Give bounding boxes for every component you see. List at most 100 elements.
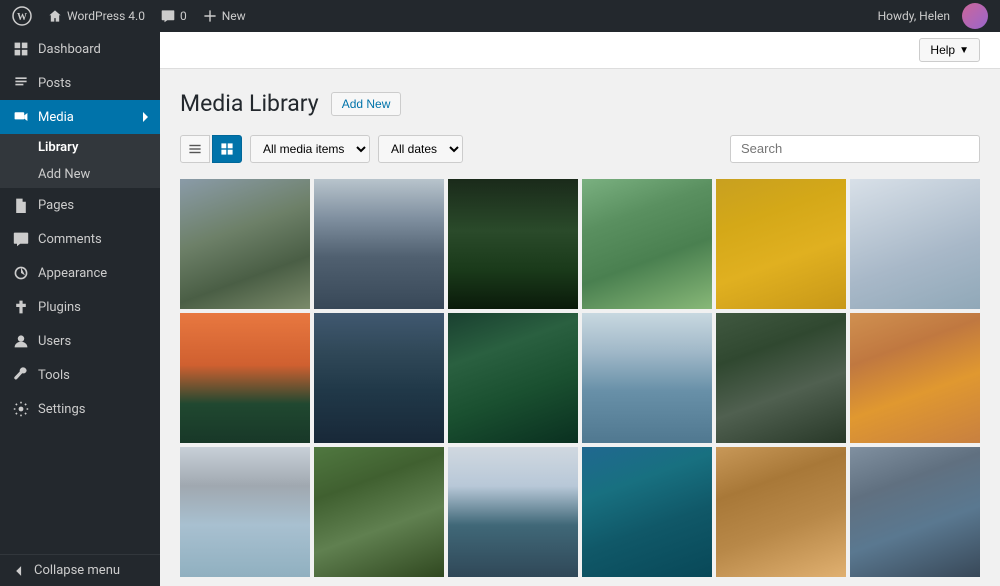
add-new-sub-label: Add New: [38, 167, 90, 182]
grid-view-button[interactable]: [212, 135, 242, 163]
sidebar-item-posts-label: Posts: [38, 76, 71, 91]
sidebar-item-pages-label: Pages: [38, 198, 74, 213]
sidebar-item-dashboard[interactable]: Dashboard: [0, 32, 160, 66]
admin-bar: W WordPress 4.0 0 New Howdy, Helen: [0, 0, 1000, 32]
sidebar-item-tools[interactable]: Tools: [0, 358, 160, 392]
comments-count: 0: [180, 9, 187, 23]
media-item[interactable]: [448, 179, 578, 309]
media-thumbnail: [582, 179, 712, 309]
media-item[interactable]: [850, 179, 980, 309]
media-grid: [180, 179, 980, 577]
new-label: New: [222, 9, 246, 23]
grid-view-icon: [220, 142, 234, 156]
media-thumbnail: [314, 313, 444, 443]
media-thumbnail: [716, 313, 846, 443]
content-header: Help ▼: [160, 32, 1000, 69]
comments-icon: [12, 230, 30, 248]
collapse-menu-label: Collapse menu: [34, 563, 120, 578]
media-submenu: Library Add New: [0, 134, 160, 188]
home-icon: [48, 9, 62, 23]
date-filter[interactable]: All dates: [378, 135, 463, 163]
content-main: Media Library Add New: [160, 69, 1000, 586]
media-thumbnail: [314, 179, 444, 309]
sidebar-item-settings-label: Settings: [38, 402, 85, 417]
sidebar-item-media[interactable]: Media: [0, 100, 160, 134]
search-input[interactable]: [730, 135, 980, 163]
tools-icon: [12, 366, 30, 384]
media-item[interactable]: [716, 447, 846, 577]
posts-icon: [12, 74, 30, 92]
sidebar-item-pages[interactable]: Pages: [0, 188, 160, 222]
users-icon: [12, 332, 30, 350]
help-label: Help: [930, 43, 955, 57]
library-label: Library: [38, 140, 78, 155]
appearance-icon: [12, 264, 30, 282]
sidebar-subitem-library[interactable]: Library: [0, 134, 160, 161]
admin-bar-left: W WordPress 4.0 0 New: [12, 6, 246, 26]
media-item[interactable]: [314, 447, 444, 577]
list-view-button[interactable]: [180, 135, 210, 163]
sidebar-item-settings[interactable]: Settings: [0, 392, 160, 426]
comments-item[interactable]: 0: [161, 9, 187, 23]
media-item[interactable]: [180, 447, 310, 577]
dashboard-icon: [12, 40, 30, 58]
sidebar-item-comments-label: Comments: [38, 232, 102, 247]
media-type-filter[interactable]: All media items Images Audio Video: [250, 135, 370, 163]
sidebar-subitem-add-new[interactable]: Add New: [0, 161, 160, 188]
sidebar: Dashboard Posts Media Library Add New: [0, 32, 160, 586]
svg-text:W: W: [17, 12, 27, 23]
media-item[interactable]: [850, 313, 980, 443]
sidebar-item-users-label: Users: [38, 334, 71, 349]
media-thumbnail: [180, 447, 310, 577]
help-button[interactable]: Help ▼: [919, 38, 980, 62]
wp-logo-icon: W: [12, 6, 32, 26]
collapse-menu-button[interactable]: Collapse menu: [0, 554, 160, 586]
media-thumbnail: [180, 313, 310, 443]
media-item[interactable]: [582, 313, 712, 443]
media-item[interactable]: [448, 313, 578, 443]
media-arrow-icon: [143, 112, 148, 122]
media-item[interactable]: [448, 447, 578, 577]
media-item[interactable]: [180, 313, 310, 443]
media-item[interactable]: [314, 179, 444, 309]
wp-logo-item[interactable]: W: [12, 6, 32, 26]
media-toolbar: All media items Images Audio Video All d…: [180, 135, 980, 163]
add-new-button[interactable]: Add New: [331, 92, 402, 116]
plugins-icon: [12, 298, 30, 316]
media-item[interactable]: [850, 447, 980, 577]
main-layout: Dashboard Posts Media Library Add New: [0, 32, 1000, 586]
site-name: WordPress 4.0: [67, 9, 145, 23]
admin-bar-right: Howdy, Helen: [878, 3, 988, 29]
site-name-item[interactable]: WordPress 4.0: [48, 9, 145, 23]
media-thumbnail: [448, 179, 578, 309]
sidebar-item-comments[interactable]: Comments: [0, 222, 160, 256]
media-item[interactable]: [582, 447, 712, 577]
content-area: Help ▼ Media Library Add New: [160, 32, 1000, 586]
avatar[interactable]: [962, 3, 988, 29]
new-item[interactable]: New: [203, 9, 246, 23]
media-thumbnail: [180, 179, 310, 309]
media-item[interactable]: [716, 313, 846, 443]
media-item[interactable]: [582, 179, 712, 309]
sidebar-item-dashboard-label: Dashboard: [38, 42, 101, 57]
howdy-text: Howdy, Helen: [878, 9, 950, 23]
page-title-row: Media Library Add New: [180, 89, 980, 119]
sidebar-item-plugins-label: Plugins: [38, 300, 81, 315]
sidebar-item-appearance[interactable]: Appearance: [0, 256, 160, 290]
media-icon: [12, 108, 30, 126]
media-thumbnail: [582, 313, 712, 443]
media-item[interactable]: [314, 313, 444, 443]
sidebar-item-plugins[interactable]: Plugins: [0, 290, 160, 324]
media-item[interactable]: [180, 179, 310, 309]
media-thumbnail: [314, 447, 444, 577]
view-toggle: [180, 135, 242, 163]
sidebar-item-appearance-label: Appearance: [38, 266, 107, 281]
media-thumbnail: [582, 447, 712, 577]
sidebar-item-users[interactable]: Users: [0, 324, 160, 358]
settings-icon: [12, 400, 30, 418]
sidebar-item-posts[interactable]: Posts: [0, 66, 160, 100]
page-title: Media Library: [180, 89, 319, 119]
list-view-icon: [188, 142, 202, 156]
media-item[interactable]: [716, 179, 846, 309]
plus-icon: [203, 9, 217, 23]
